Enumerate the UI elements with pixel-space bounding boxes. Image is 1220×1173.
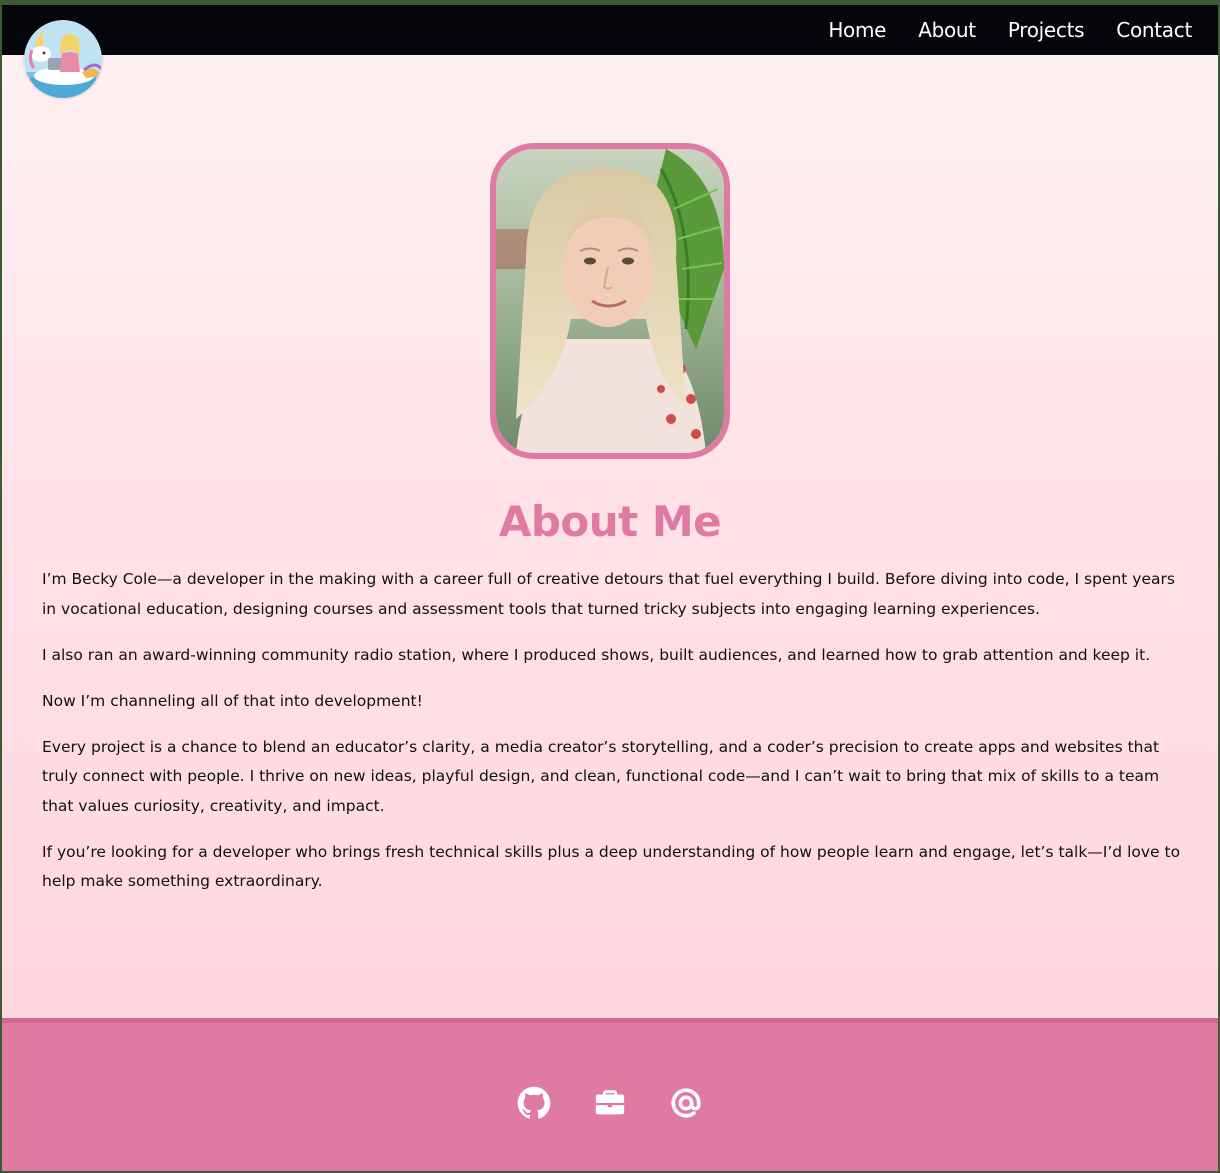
unicorn-avatar-icon[interactable] xyxy=(24,20,102,98)
page-title: About Me xyxy=(498,497,722,546)
navbar: Home About Projects Contact xyxy=(2,5,1218,55)
about-paragraph: Now I’m channeling all of that into deve… xyxy=(42,691,423,710)
github-icon[interactable] xyxy=(517,1086,551,1120)
about-text: I’m Becky Cole—a developer in the making… xyxy=(42,565,1182,913)
footer-icons xyxy=(2,1086,1218,1120)
profile-photo xyxy=(490,143,730,459)
nav-links: Home About Projects Contact xyxy=(828,5,1192,55)
about-paragraph: If you’re looking for a developer who br… xyxy=(42,842,1181,891)
nav-contact-link[interactable]: Contact xyxy=(1116,18,1192,42)
about-paragraph: I’m Becky Cole—a developer in the making… xyxy=(42,570,1175,618)
nav-home-link[interactable]: Home xyxy=(828,18,886,42)
briefcase-icon[interactable] xyxy=(593,1086,627,1120)
footer xyxy=(2,1018,1218,1171)
nav-about-link[interactable]: About xyxy=(918,18,976,42)
at-sign-icon[interactable] xyxy=(669,1086,703,1120)
about-paragraph: I also ran an award-winning community ra… xyxy=(42,645,1151,664)
nav-projects-link[interactable]: Projects xyxy=(1008,18,1085,42)
about-paragraph: Every project is a chance to blend an ed… xyxy=(42,737,1160,815)
page: Home About Projects Contact About Me I’m… xyxy=(2,5,1218,1171)
